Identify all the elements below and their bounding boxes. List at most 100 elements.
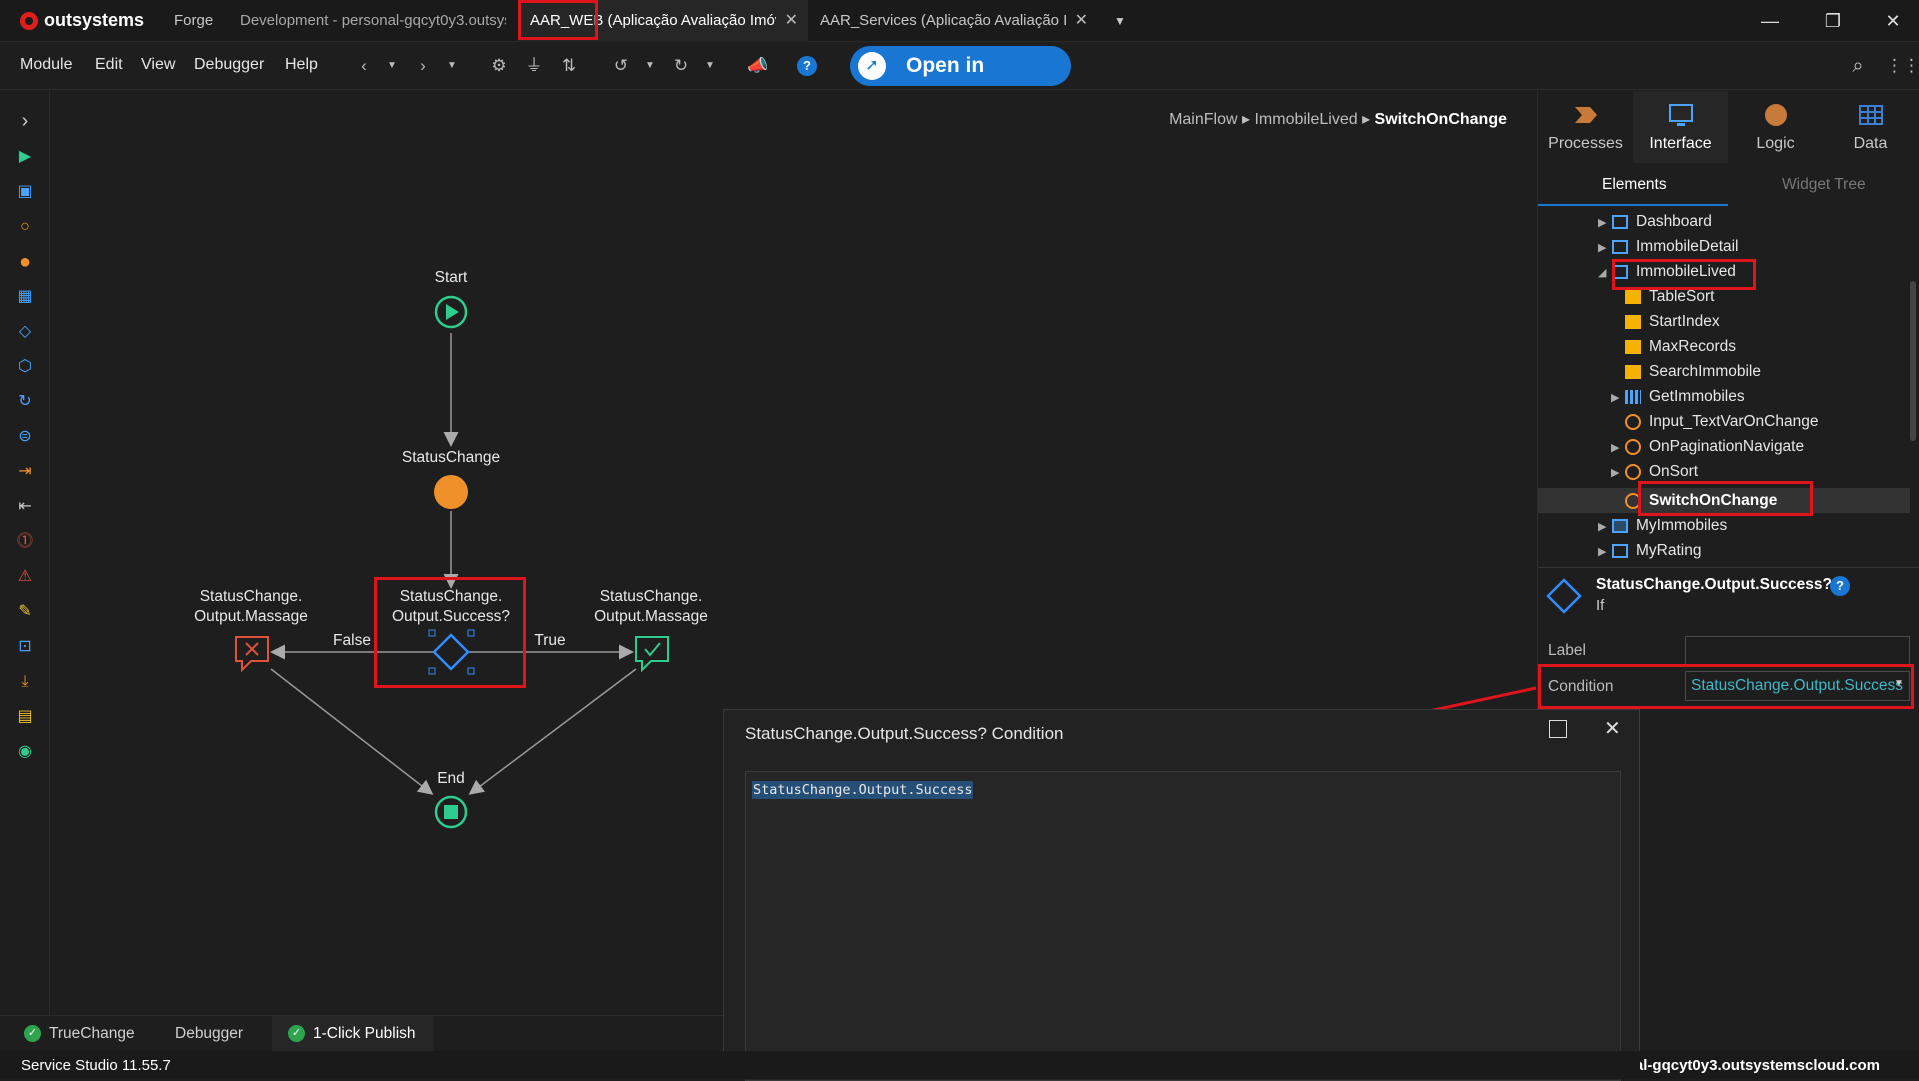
chevron-down-icon[interactable]: ▼ (698, 54, 722, 78)
subtab-elements[interactable]: Elements (1602, 176, 1667, 194)
close-icon[interactable]: ✕ (1604, 716, 1621, 741)
screen-icon (1612, 214, 1628, 229)
label-field-label: Label (1548, 642, 1586, 659)
true-branch-label: True (534, 632, 566, 649)
logic-icon (1765, 104, 1787, 126)
expression-text[interactable]: StatusChange.Output.Success (752, 781, 974, 799)
close-icon[interactable]: ✕ (1873, 6, 1913, 36)
tree-item-onpaginationnavigate[interactable]: ▶ OnPaginationNavigate (1611, 434, 1804, 459)
undo-icon[interactable]: ↺ (609, 54, 633, 78)
merge-icon[interactable]: ⇅ (557, 54, 581, 78)
download-icon[interactable]: ⤓ (13, 670, 37, 694)
aggregate-icon (1625, 389, 1641, 404)
assign-icon[interactable]: ○ (13, 215, 37, 239)
message-icon[interactable]: ⊡ (13, 635, 37, 659)
excel-icon[interactable]: ▤ (13, 705, 37, 729)
json-icon[interactable]: ⊜ (13, 425, 37, 449)
end-label: End (437, 770, 465, 787)
variable-icon (1625, 289, 1641, 304)
action-icon (1625, 413, 1641, 430)
label-input[interactable] (1685, 636, 1910, 665)
expand-icon[interactable]: › (13, 109, 37, 133)
toolbox: › ▶ ▣ ○ ● ▦ ◇ ⬡ ↻ ⊜ ⇥ ⇤ ⓵ ⚠ ✎ ⊡ ⤓ ▤ ◉ (0, 91, 50, 1015)
maximize-icon[interactable] (1549, 720, 1567, 738)
expression-editor[interactable]: StatusChange.Output.Success (745, 771, 1621, 1081)
warning-icon[interactable]: ⚠ (13, 565, 37, 589)
menu-module[interactable]: Module (20, 56, 72, 74)
switch-icon[interactable]: ⬡ (13, 355, 37, 379)
start-icon[interactable]: ▶ (13, 145, 37, 169)
tree-scrollbar[interactable] (1910, 281, 1916, 441)
chevron-down-icon[interactable]: ▼ (1108, 0, 1132, 42)
tab-development[interactable]: Development - personal-gqcyt0y3.outsyste… (226, 0, 506, 42)
subtab-widget-tree[interactable]: Widget Tree (1782, 176, 1866, 194)
aggregate-icon[interactable]: ▦ (13, 285, 37, 309)
tab-truechange[interactable]: ✓ TrueChange (24, 1016, 135, 1052)
destination-icon[interactable]: ⇤ (13, 495, 37, 519)
input-icon[interactable]: ▣ (13, 180, 37, 204)
run-action-icon[interactable]: ● (13, 250, 37, 274)
tab-forge[interactable]: Forge (160, 0, 220, 42)
tab-aar-services[interactable]: AAR_Services (Aplicação Avaliação Imóvei… (808, 0, 1098, 42)
close-icon[interactable]: ✕ (1075, 0, 1088, 42)
close-icon[interactable]: ✕ (785, 0, 798, 42)
tab-1-click-publish[interactable]: ✓ 1-Click Publish (272, 1016, 434, 1052)
action-label: StatusChange (401, 449, 501, 466)
tree-item-searchimmobile[interactable]: SearchImmobile (1625, 359, 1761, 384)
variable-icon (1625, 314, 1641, 329)
tree-item-getimmobiles[interactable]: ▶ GetImmobiles (1611, 384, 1745, 409)
tab-data[interactable]: Data (1823, 91, 1918, 163)
restore-icon[interactable]: ❐ (1813, 6, 1853, 36)
tree-item-immobiledetail[interactable]: ▶ ImmobileDetail (1598, 234, 1739, 259)
help-icon[interactable]: ? (797, 56, 817, 76)
menu-debugger[interactable]: Debugger (194, 56, 264, 74)
megaphone-icon[interactable]: 📣 (746, 54, 770, 78)
tab-processes[interactable]: Processes (1538, 91, 1633, 163)
help-icon[interactable]: ? (1830, 576, 1850, 596)
search-icon[interactable]: ⌕ (1846, 54, 1870, 78)
status-bar: Service Studio 11.55.7 personal-gqcyt0y3… (0, 1051, 1919, 1079)
redo-icon[interactable]: ↻ (669, 54, 693, 78)
chevron-down-icon[interactable]: ▼ (638, 54, 662, 78)
tree-item-startindex[interactable]: StartIndex (1625, 309, 1720, 334)
raise-exception-icon[interactable]: ⓵ (13, 530, 37, 554)
chevron-down-icon[interactable]: ▼ (380, 54, 404, 78)
highlight-tab (518, 0, 598, 40)
foreach-icon[interactable]: ↻ (13, 390, 37, 414)
highlight-if-node (374, 577, 526, 688)
open-in-browser-button[interactable]: ➚Open in browser (850, 46, 1071, 117)
end-icon[interactable]: ◉ (13, 740, 37, 764)
tree-item-input-textvaronchange[interactable]: Input_TextVarOnChange (1625, 409, 1818, 434)
property-subtitle: If (1596, 597, 1605, 614)
exception-handler-icon[interactable]: ⇥ (13, 460, 37, 484)
tab-interface[interactable]: Interface (1633, 91, 1728, 163)
highlight-immobilelived (1612, 259, 1756, 290)
comment-icon[interactable]: ✎ (13, 600, 37, 624)
if-icon (1546, 578, 1582, 614)
tab-debugger[interactable]: Debugger (175, 1016, 243, 1052)
false-message-node (235, 636, 269, 673)
tree-item-myimmobiles[interactable]: ▶ MyImmobiles (1598, 513, 1727, 538)
dialog-title: StatusChange.Output.Success? Condition (745, 724, 1064, 743)
menu-edit[interactable]: Edit (95, 56, 123, 74)
tree-item-dashboard[interactable]: ▶ Dashboard (1598, 209, 1712, 234)
tree-item-myrating[interactable]: ▶ MyRating (1598, 538, 1701, 563)
gear-icon[interactable]: ⚙ (487, 54, 511, 78)
if-icon[interactable]: ◇ (13, 320, 37, 344)
apps-grid-icon[interactable]: ⋮⋮ (1886, 54, 1919, 78)
chevron-down-icon[interactable]: ▼ (440, 54, 464, 78)
tree-item-maxrecords[interactable]: MaxRecords (1625, 334, 1736, 359)
tab-logic[interactable]: Logic (1728, 91, 1823, 163)
outsystems-logo: outsystems (20, 10, 144, 31)
menu-view[interactable]: View (141, 56, 175, 74)
variable-icon (1625, 339, 1641, 354)
plug-icon[interactable]: ⏚ (522, 54, 546, 78)
back-icon[interactable]: ‹ (352, 54, 376, 78)
menu-help[interactable]: Help (285, 56, 318, 74)
action-icon (1625, 463, 1641, 480)
minimize-icon[interactable]: — (1750, 6, 1790, 36)
forward-icon[interactable]: › (411, 54, 435, 78)
processes-icon (1575, 107, 1597, 123)
server-text: personal-gqcyt0y3.outsystemscloud.com (1640, 1057, 1880, 1074)
data-icon (1859, 105, 1883, 125)
